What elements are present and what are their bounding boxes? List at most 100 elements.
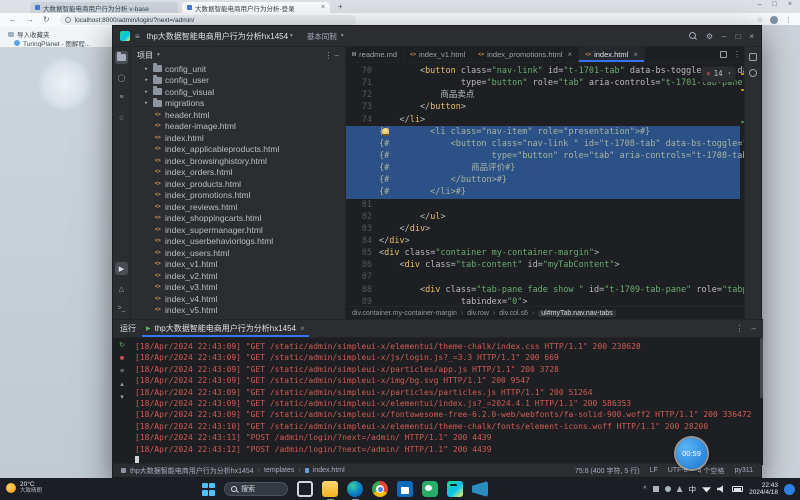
- taskbar-file-explorer-icon[interactable]: [322, 481, 338, 500]
- console-scrollbar[interactable]: [760, 338, 763, 398]
- ide-minimize-icon[interactable]: –: [722, 32, 726, 41]
- tree-item[interactable]: <> index_shoppingcarts.html: [143, 213, 345, 225]
- console-options-icon[interactable]: ≡: [120, 368, 124, 375]
- taskbar-task-view-icon[interactable]: [297, 481, 313, 497]
- start-button[interactable]: [202, 482, 215, 496]
- notification-badge[interactable]: [784, 483, 795, 495]
- back-icon[interactable]: ←: [9, 16, 17, 24]
- profile-avatar[interactable]: [770, 16, 778, 24]
- tree-item[interactable]: <> index_supermanager.html: [143, 224, 345, 236]
- commit-tool-icon[interactable]: ◯: [115, 71, 128, 84]
- tree-item[interactable]: <> index_reviews.html: [143, 201, 345, 213]
- close-icon[interactable]: ×: [788, 1, 792, 8]
- editor-tab[interactable]: <> index.html ×: [579, 47, 645, 62]
- intention-bulb-icon[interactable]: [382, 127, 389, 136]
- tray-icon[interactable]: [664, 486, 671, 492]
- caret-position-widget[interactable]: 75:8 (400 字符, 5 行): [575, 466, 640, 476]
- site-info-icon[interactable]: i: [64, 17, 71, 23]
- status-project[interactable]: thp大数据智能电商用户行为分析hx1454: [130, 466, 254, 476]
- bookmark-star-icon[interactable]: ☆: [757, 16, 763, 24]
- tree-item[interactable]: <> header-image.html: [143, 121, 345, 133]
- line-separator-widget[interactable]: LF: [650, 467, 658, 474]
- editor-tab[interactable]: Mreadme.md: [346, 47, 405, 62]
- bookmarks-tool-icon[interactable]: ☆: [115, 111, 128, 124]
- taskbar-vscode-icon[interactable]: [472, 481, 488, 497]
- tree-item[interactable]: <> index_v2.html: [143, 270, 345, 282]
- project-tool-icon[interactable]: [115, 51, 128, 64]
- run-tab[interactable]: ▶ thp大数据智能电商用户行为分析hx1454 ×: [142, 320, 309, 337]
- taskbar-wechat-icon[interactable]: [422, 481, 438, 497]
- tree-item[interactable]: <> index_v5.html: [143, 305, 345, 317]
- tree-item[interactable]: <> index_orders.html: [143, 167, 345, 179]
- taskbar-pycharm-icon[interactable]: [447, 481, 463, 497]
- taskbar-chrome-icon[interactable]: [372, 481, 388, 497]
- more-icon[interactable]: ⋮: [733, 50, 741, 59]
- more-icon[interactable]: ⋮: [736, 324, 744, 333]
- battery-icon[interactable]: [732, 486, 744, 492]
- inspections-widget[interactable]: × 14 ▾: [700, 66, 736, 83]
- input-method-indicator[interactable]: 中: [689, 484, 697, 495]
- split-editor-icon[interactable]: [720, 51, 727, 58]
- breadcrumb-item[interactable]: ul#myTab.nav.nav-tabs: [538, 309, 616, 317]
- run-tool-icon[interactable]: ▶: [115, 262, 128, 275]
- minimize-icon[interactable]: –: [758, 1, 762, 8]
- wifi-icon[interactable]: [702, 487, 712, 493]
- breadcrumb-item[interactable]: div.container.my-container-margin: [352, 310, 457, 317]
- ide-close-icon[interactable]: ×: [749, 32, 754, 41]
- clock[interactable]: 22:43 2024/4/18: [749, 482, 778, 497]
- tree-item[interactable]: <> index_browsinghistory.html: [143, 155, 345, 167]
- close-tab-icon[interactable]: ×: [321, 4, 325, 11]
- tree-item[interactable]: <> index.html: [143, 132, 345, 144]
- code-editor[interactable]: 7071727374757677787980818283848586878889…: [346, 63, 746, 306]
- breadcrumb-item[interactable]: div.col.s6: [499, 310, 528, 317]
- browser-tab-active[interactable]: 大数据智能电商用户行为分析-登录 ×: [182, 2, 330, 13]
- editor-tab[interactable]: <> index_promotions.html ×: [472, 47, 580, 62]
- tree-item[interactable]: <> index_v4.html: [143, 293, 345, 305]
- forward-icon[interactable]: →: [26, 16, 34, 24]
- tree-item[interactable]: <> index_userbehaviorlogs.html: [143, 236, 345, 248]
- scroll-up-icon[interactable]: ▴: [120, 381, 124, 388]
- tree-item[interactable]: <> index_promotions.html: [143, 190, 345, 202]
- tree-item[interactable]: ▸ config_user: [143, 74, 345, 87]
- project-panel-title[interactable]: 项目: [137, 50, 153, 61]
- main-menu-icon[interactable]: ≡: [135, 32, 140, 41]
- editor-tab[interactable]: <> index_v1.html: [404, 47, 473, 62]
- tree-item[interactable]: <> index_products.html: [143, 178, 345, 190]
- notifications-tool-icon[interactable]: [749, 53, 757, 61]
- ide-maximize-icon[interactable]: □: [735, 32, 740, 41]
- maximize-icon[interactable]: □: [773, 1, 777, 8]
- problems-tool-icon[interactable]: △: [115, 282, 128, 295]
- tree-item[interactable]: <> header.html: [143, 109, 345, 121]
- new-tab-button[interactable]: +: [338, 2, 343, 11]
- close-tab-icon[interactable]: ×: [300, 324, 305, 333]
- structure-tool-icon[interactable]: ≡: [115, 91, 128, 104]
- vcs-widget[interactable]: 基本同制 ▾: [307, 31, 344, 42]
- tree-item[interactable]: ▸ config_visual: [143, 86, 345, 98]
- browser-menu-icon[interactable]: ⋮: [785, 16, 792, 24]
- run-console[interactable]: [18/Apr/2024 22:43:09] "GET /static/admi…: [131, 338, 759, 465]
- terminal-tool-icon[interactable]: >_: [115, 302, 128, 315]
- status-dir[interactable]: templates: [264, 467, 294, 474]
- tree-item[interactable]: <> index_users.html: [143, 247, 345, 259]
- project-selector[interactable]: thp大数据智能电商用户行为分析hx1454: [147, 31, 288, 42]
- taskbar-store-icon[interactable]: [397, 481, 413, 497]
- taskbar-edge-icon[interactable]: [347, 481, 363, 500]
- tray-icon[interactable]: [652, 486, 659, 492]
- breadcrumb-item[interactable]: div.row: [467, 310, 489, 317]
- url-bar[interactable]: i localhost:8000/admin/login/?next=/admi…: [59, 15, 356, 25]
- interpreter-widget[interactable]: py311: [734, 467, 753, 474]
- scroll-down-icon[interactable]: ▾: [120, 394, 124, 401]
- weather-widget[interactable]: 20°C 大致晴朗: [6, 481, 42, 494]
- database-tool-icon[interactable]: [749, 69, 757, 77]
- tree-item[interactable]: <> index_v1.html: [143, 259, 345, 271]
- search-everywhere-icon[interactable]: [688, 32, 697, 40]
- tree-item[interactable]: ▸ migrations: [143, 97, 345, 110]
- reload-icon[interactable]: ↻: [43, 16, 50, 24]
- browser-tab[interactable]: 大数据智能电商用户行为分析 v-base: [30, 2, 178, 13]
- indent-widget[interactable]: 4 个空格: [698, 466, 725, 476]
- rerun-icon[interactable]: ↻: [119, 342, 125, 349]
- status-file[interactable]: index.html: [313, 467, 345, 474]
- hide-panel-icon[interactable]: –: [752, 324, 756, 333]
- recording-timer[interactable]: 00:59: [676, 438, 707, 469]
- panel-options-icon[interactable]: ⋮: [325, 51, 333, 60]
